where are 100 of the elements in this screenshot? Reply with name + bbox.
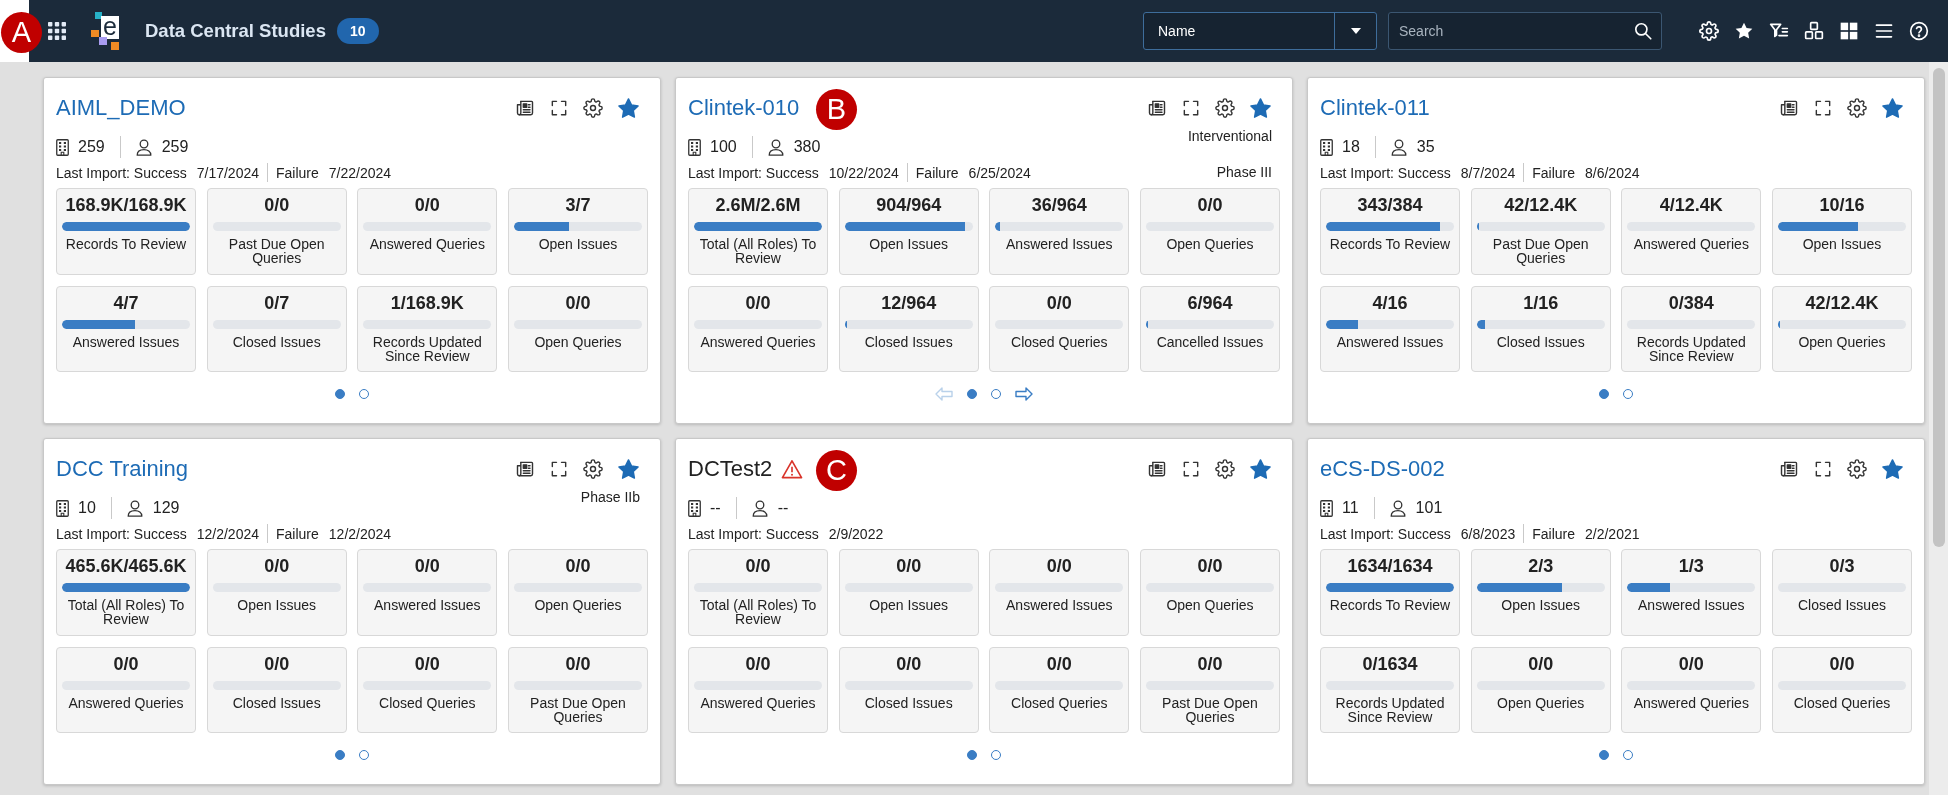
pager-dot[interactable] xyxy=(335,750,345,760)
metric-value: 0/7 xyxy=(264,291,290,314)
metric-label: Closed Issues xyxy=(864,695,953,710)
help-icon[interactable] xyxy=(1909,21,1929,41)
newspaper-icon[interactable] xyxy=(515,459,535,479)
metric-label: Closed Queries xyxy=(1011,334,1108,349)
blocks-icon[interactable] xyxy=(1804,21,1824,41)
metric-value: 4/12.4K xyxy=(1659,194,1723,216)
metric-value: 0/0 xyxy=(264,555,290,577)
star-icon[interactable] xyxy=(1249,96,1272,120)
metric-value: 2.6M/2.6M xyxy=(715,194,801,216)
pager-dot[interactable] xyxy=(991,389,1001,399)
metric-label: Answered Issues xyxy=(72,334,180,349)
study-title-link[interactable]: Clintek-011 xyxy=(1320,94,1430,122)
pager-dot[interactable] xyxy=(335,389,345,399)
newspaper-icon[interactable] xyxy=(1147,459,1167,479)
metric-value: 1634/1634 xyxy=(1347,555,1433,577)
metric-label: Records Updated Since Review xyxy=(1334,695,1446,724)
app-logo: e xyxy=(91,12,119,50)
study-title-link[interactable]: AIML_DEMO xyxy=(56,94,186,122)
metric-label: Open Queries xyxy=(534,334,622,349)
study-title-link[interactable]: Clintek-010 xyxy=(688,94,800,122)
metric-label: Past Due Open Queries xyxy=(1161,695,1259,724)
star-icon[interactable] xyxy=(617,457,640,481)
star-icon[interactable] xyxy=(1881,457,1904,481)
star-icon[interactable] xyxy=(1881,96,1904,120)
metric-value: 0/0 xyxy=(1197,652,1223,675)
apps-grid-icon[interactable] xyxy=(48,22,66,40)
person-icon xyxy=(126,499,143,517)
metric-value: 0/0 xyxy=(1829,652,1855,675)
metric-value: 0/0 xyxy=(565,555,591,577)
phase-label: Phase IIb xyxy=(580,488,640,506)
failure-label: Failure xyxy=(1532,525,1575,542)
right-arrow-icon[interactable] xyxy=(1015,387,1033,401)
pager-dot[interactable] xyxy=(1623,389,1633,399)
search-icon[interactable] xyxy=(1634,22,1652,40)
metric-label: Past Due Open Queries xyxy=(529,695,627,724)
pager-dot[interactable] xyxy=(1599,389,1609,399)
metric-label: Open Queries xyxy=(1497,695,1585,710)
settings-icon[interactable] xyxy=(583,98,603,118)
pager-dot[interactable] xyxy=(967,389,977,399)
pager-dot[interactable] xyxy=(1623,750,1633,760)
import-status: Last Import: Success xyxy=(1320,164,1451,181)
import-status: Last Import: Success xyxy=(56,525,187,542)
import-status: Last Import: Success xyxy=(56,164,187,181)
metric-value: 0/384 xyxy=(1668,291,1714,314)
app-title: Data Central Studies xyxy=(145,20,326,42)
star-icon[interactable] xyxy=(1249,457,1272,481)
fullscreen-icon[interactable] xyxy=(1813,459,1833,479)
fullscreen-icon[interactable] xyxy=(1181,459,1201,479)
metric-label: Answered Queries xyxy=(700,334,816,349)
person-icon xyxy=(767,138,784,156)
metric-label: Open Queries xyxy=(1166,598,1254,612)
callout-marker: A xyxy=(1,12,42,53)
pager-dot[interactable] xyxy=(991,750,1001,760)
scrollbar-thumb[interactable] xyxy=(1933,68,1945,547)
metric-label: Open Queries xyxy=(534,598,622,612)
metric-label: Answered Queries xyxy=(1633,237,1749,251)
pager-dot[interactable] xyxy=(967,750,977,760)
metric-label: Total (All Roles) To Review xyxy=(66,598,186,626)
star-icon[interactable] xyxy=(617,96,640,120)
metric-value: 0/1634 xyxy=(1362,652,1418,675)
newspaper-icon[interactable] xyxy=(1779,459,1799,479)
star-icon[interactable] xyxy=(1734,21,1754,41)
settings-icon[interactable] xyxy=(1847,459,1867,479)
settings-icon[interactable] xyxy=(1215,459,1235,479)
pager-dot[interactable] xyxy=(1599,750,1609,760)
metric-value: 0/0 xyxy=(1197,555,1223,577)
menu-icon[interactable] xyxy=(1874,21,1894,41)
newspaper-icon[interactable] xyxy=(1147,98,1167,118)
settings-icon[interactable] xyxy=(1215,98,1235,118)
study-title-link[interactable]: DCC Training xyxy=(56,455,189,483)
settings-icon[interactable] xyxy=(1847,98,1867,118)
metric-label: Open Issues xyxy=(869,598,948,612)
site-count: -- xyxy=(710,499,721,517)
search-field[interactable]: Search xyxy=(1388,12,1662,50)
pager-dot[interactable] xyxy=(359,750,369,760)
newspaper-icon[interactable] xyxy=(1779,98,1799,118)
metric-value: 1/16 xyxy=(1523,291,1559,314)
study-title-link[interactable]: eCS-DS-002 xyxy=(1320,455,1445,483)
pager-dot[interactable] xyxy=(359,389,369,399)
metric-label: Open Issues xyxy=(237,598,316,612)
sort-dropdown[interactable]: Name xyxy=(1143,12,1377,50)
metric-value: 0/0 xyxy=(745,555,771,577)
site-count: 259 xyxy=(78,138,105,156)
metric-label: Past Due Open Queries xyxy=(1491,237,1590,265)
import-status: Last Import: Success xyxy=(688,525,819,542)
metric-value: 0/0 xyxy=(414,194,440,216)
fullscreen-icon[interactable] xyxy=(1813,98,1833,118)
import-date: 8/7/2024 xyxy=(1460,164,1516,181)
layout-grid-icon[interactable] xyxy=(1839,21,1859,41)
metric-value: 0/3 xyxy=(1829,555,1855,577)
metric-label: Total (All Roles) To Review xyxy=(698,237,818,265)
fullscreen-icon[interactable] xyxy=(549,459,569,479)
newspaper-icon[interactable] xyxy=(515,98,535,118)
fullscreen-icon[interactable] xyxy=(549,98,569,118)
settings-icon[interactable] xyxy=(583,459,603,479)
fullscreen-icon[interactable] xyxy=(1181,98,1201,118)
metric-value: 0/0 xyxy=(896,555,922,577)
metric-value: 6/964 xyxy=(1187,291,1233,314)
